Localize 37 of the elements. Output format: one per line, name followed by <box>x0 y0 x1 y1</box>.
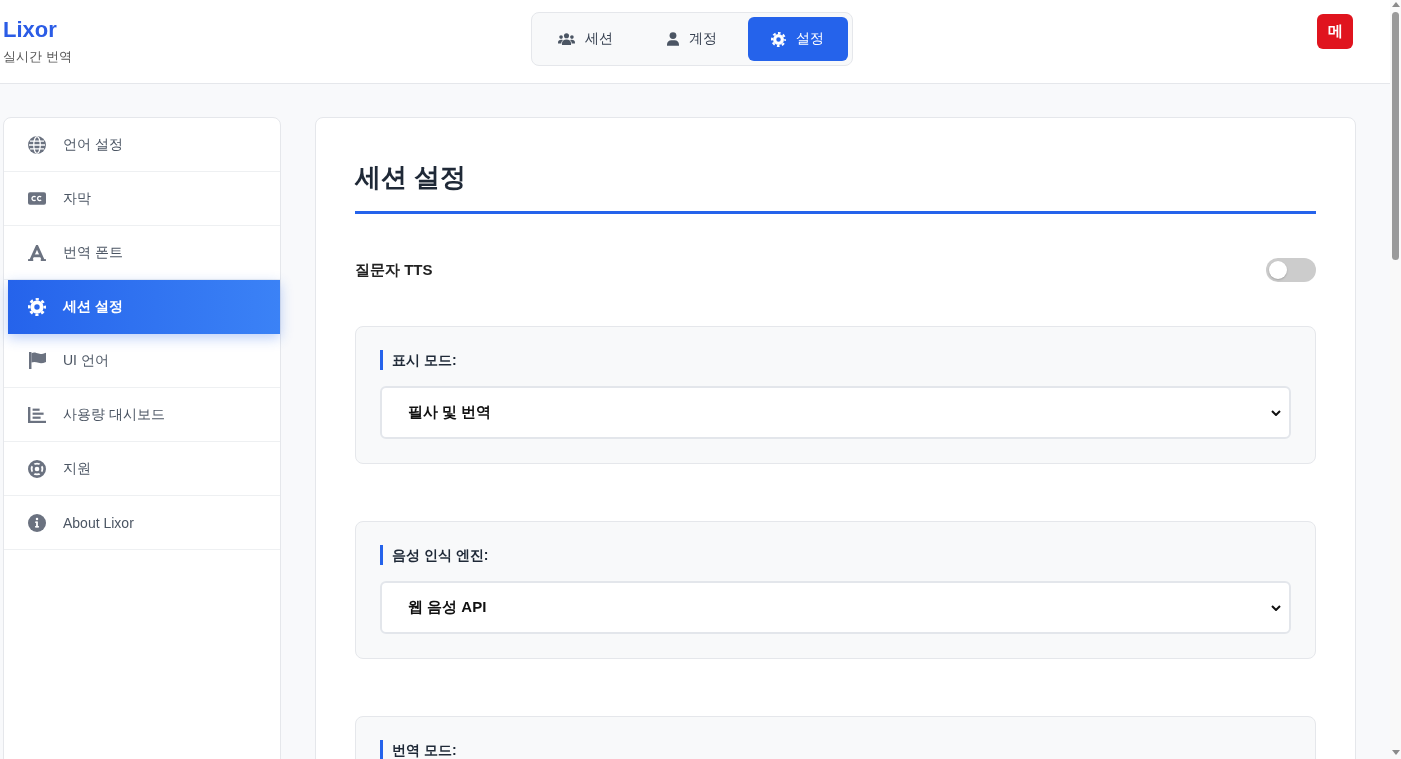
nav-tab[interactable]: 설정 <box>747 17 848 61</box>
gear-icon <box>28 297 46 316</box>
sidebar-item[interactable]: 언어 설정 <box>4 118 280 172</box>
sidebar-item[interactable]: About Lixor <box>4 496 280 550</box>
page-title: 세션 설정 <box>355 161 467 194</box>
app-subtitle: 실시간 번역 <box>3 49 72 65</box>
flag-icon <box>28 352 46 369</box>
sidebar-item[interactable]: 자막 <box>4 172 280 226</box>
scroll-up-arrow-icon[interactable] <box>1391 2 1400 7</box>
info-icon <box>28 513 46 532</box>
field-label: 번역 모드: <box>380 740 457 759</box>
nav-tab[interactable]: 계정 <box>641 17 742 61</box>
chevron-down-icon <box>1271 409 1281 416</box>
app-logo: Lixor <box>3 17 57 43</box>
toggle-label: 질문자 TTS <box>355 260 433 280</box>
life-ring-icon <box>28 459 46 478</box>
bar-chart-icon <box>28 406 46 423</box>
users-icon <box>558 33 575 45</box>
field-label: 표시 모드: <box>380 350 457 370</box>
sidebar-item[interactable]: UI 언어 <box>4 334 280 388</box>
chevron-down-icon <box>1271 604 1281 611</box>
globe-icon <box>28 135 46 154</box>
sidebar-item[interactable]: 지원 <box>4 442 280 496</box>
font-icon <box>28 244 46 261</box>
field-label: 음성 인식 엔진: <box>380 545 489 565</box>
nav-tab[interactable]: 세션 <box>535 17 636 61</box>
closed-captions-icon <box>28 192 46 205</box>
user-icon <box>666 32 679 46</box>
toggle-switch[interactable] <box>1266 258 1316 282</box>
gear-icon <box>771 31 786 47</box>
scroll-down-arrow-icon[interactable] <box>1391 750 1400 755</box>
profile-badge-button[interactable]: 메 <box>1317 14 1353 49</box>
dropdown-field[interactable]: 필사 및 번역 <box>380 386 1291 439</box>
scrollbar-thumb[interactable] <box>1392 12 1399 260</box>
sidebar-item[interactable]: 세션 설정 <box>8 280 280 334</box>
sidebar-item[interactable]: 사용량 대시보드 <box>4 388 280 442</box>
dropdown-field[interactable]: 웹 음성 API <box>380 581 1291 634</box>
